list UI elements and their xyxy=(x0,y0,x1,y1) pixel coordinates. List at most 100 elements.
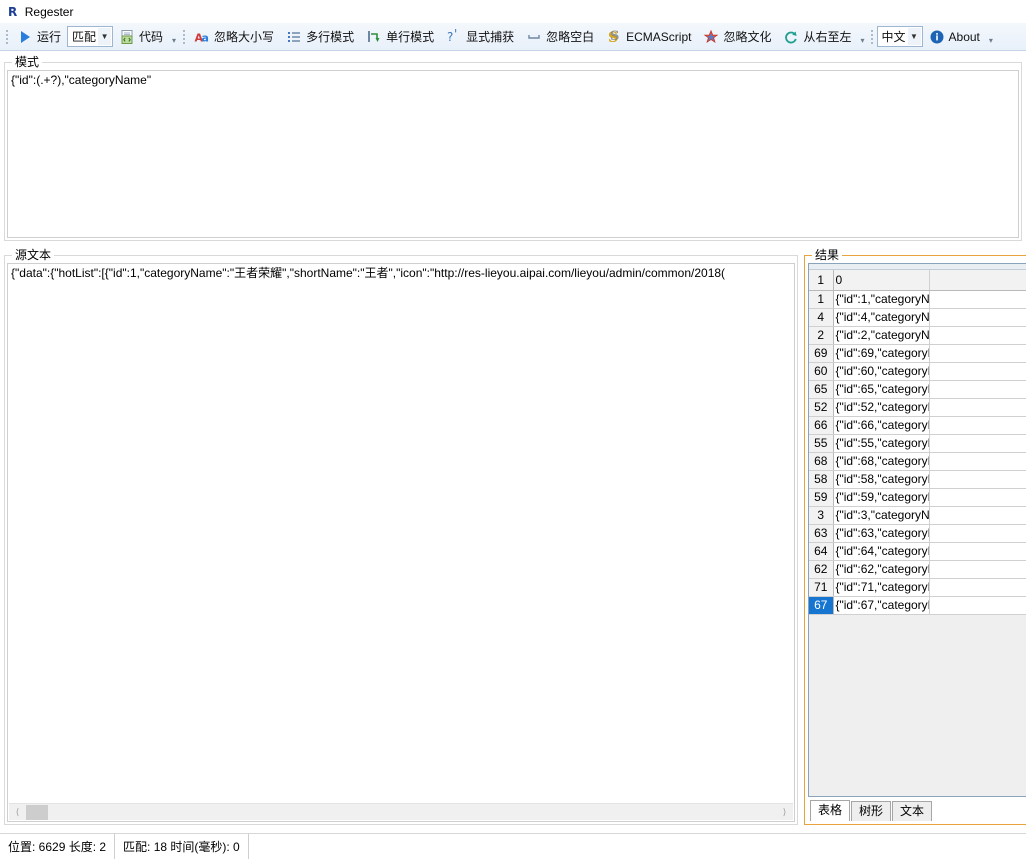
table-row[interactable]: 66{"id":66,"categoryName" xyxy=(809,416,1026,435)
table-row-index[interactable]: 68 xyxy=(809,452,834,471)
table-row-index[interactable]: 52 xyxy=(809,398,834,417)
table-cell-value[interactable]: {"id":71,"categoryName" xyxy=(833,578,931,597)
results-col-1[interactable] xyxy=(929,270,1026,291)
table-row-index[interactable]: 58 xyxy=(809,470,834,489)
ignore-case-toggle[interactable]: A a 忽略大小写 xyxy=(188,25,280,49)
table-row[interactable]: 69{"id":69,"categoryName" xyxy=(809,344,1026,363)
table-row[interactable]: 52{"id":52,"categoryName" xyxy=(809,398,1026,417)
table-cell-value[interactable]: {"id":58,"categoryName" xyxy=(833,470,931,489)
table-row[interactable]: 55{"id":55,"categoryName" xyxy=(809,434,1026,453)
ignore-whitespace-toggle[interactable]: 忽略空白 xyxy=(520,25,600,49)
table-cell-empty[interactable] xyxy=(929,308,1026,327)
language-select[interactable]: 中文 ▼ xyxy=(876,26,923,47)
table-cell-value[interactable]: {"id":55,"categoryName" xyxy=(833,434,931,453)
table-cell-value[interactable]: {"id":1,"categoryName" xyxy=(833,290,931,309)
table-cell-value[interactable]: {"id":2,"categoryName" xyxy=(833,326,931,345)
table-cell-empty[interactable] xyxy=(929,452,1026,471)
table-row-index[interactable]: 69 xyxy=(809,344,834,363)
table-cell-empty[interactable] xyxy=(929,326,1026,345)
table-cell-value[interactable]: {"id":62,"categoryName" xyxy=(833,560,931,579)
tab-tree[interactable]: 树形 xyxy=(851,801,892,821)
table-row-index[interactable]: 1 xyxy=(809,290,834,309)
toolbar-grip-3[interactable] xyxy=(869,28,876,46)
results-col-index[interactable]: 1 xyxy=(809,270,834,291)
singleline-toggle[interactable]: 单行模式 xyxy=(360,25,440,49)
ignore-culture-toggle[interactable]: 忽略文化 xyxy=(697,25,777,49)
table-row[interactable]: 64{"id":64,"categoryName" xyxy=(809,542,1026,561)
multiline-toggle[interactable]: 多行模式 xyxy=(280,25,360,49)
table-cell-empty[interactable] xyxy=(929,596,1026,615)
match-mode-select[interactable]: 匹配 ▼ xyxy=(67,26,114,47)
table-cell-empty[interactable] xyxy=(929,542,1026,561)
source-text-input[interactable]: {"data":{"hotList":[{"id":1,"categoryNam… xyxy=(7,263,795,822)
code-button[interactable]: 代码 xyxy=(113,25,169,49)
table-row[interactable]: 68{"id":68,"categoryName" xyxy=(809,452,1026,471)
run-button[interactable]: 运行 xyxy=(11,25,67,49)
ecmascript-toggle[interactable]: S S ECMAScript xyxy=(600,25,697,49)
table-cell-value[interactable]: {"id":59,"categoryName" xyxy=(833,488,931,507)
table-row-index[interactable]: 65 xyxy=(809,380,834,399)
toolbar-overflow-2[interactable]: ▾ xyxy=(858,27,868,47)
tab-text[interactable]: 文本 xyxy=(892,801,933,821)
table-row[interactable]: 59{"id":59,"categoryName" xyxy=(809,488,1026,507)
table-cell-value[interactable]: {"id":68,"categoryName" xyxy=(833,452,931,471)
toolbar-grip[interactable] xyxy=(3,28,10,46)
table-cell-empty[interactable] xyxy=(929,362,1026,381)
table-cell-empty[interactable] xyxy=(929,380,1026,399)
table-row-index[interactable]: 4 xyxy=(809,308,834,327)
table-cell-empty[interactable] xyxy=(929,524,1026,543)
table-row[interactable]: 65{"id":65,"categoryName" xyxy=(809,380,1026,399)
table-row[interactable]: 60{"id":60,"categoryName" xyxy=(809,362,1026,381)
table-cell-value[interactable]: {"id":69,"categoryName" xyxy=(833,344,931,363)
table-row[interactable]: 63{"id":63,"categoryName" xyxy=(809,524,1026,543)
table-row-index[interactable]: 63 xyxy=(809,524,834,543)
table-cell-value[interactable]: {"id":52,"categoryName" xyxy=(833,398,931,417)
table-cell-empty[interactable] xyxy=(929,398,1026,417)
tab-table[interactable]: 表格 xyxy=(810,800,851,821)
table-row-index[interactable]: 60 xyxy=(809,362,834,381)
table-row[interactable]: 67{"id":67,"categoryName" xyxy=(809,596,1026,615)
toolbar-overflow-3[interactable]: ▾ xyxy=(986,27,996,47)
table-cell-value[interactable]: {"id":60,"categoryName" xyxy=(833,362,931,381)
scroll-track[interactable] xyxy=(26,804,776,820)
table-row[interactable]: 4{"id":4,"categoryName" xyxy=(809,308,1026,327)
table-row-index[interactable]: 55 xyxy=(809,434,834,453)
table-row[interactable]: 62{"id":62,"categoryName" xyxy=(809,560,1026,579)
table-row[interactable]: 71{"id":71,"categoryName" xyxy=(809,578,1026,597)
table-row[interactable]: 3{"id":3,"categoryName" xyxy=(809,506,1026,525)
table-cell-empty[interactable] xyxy=(929,488,1026,507)
table-cell-value[interactable]: {"id":3,"categoryName" xyxy=(833,506,931,525)
results-col-0[interactable]: 0 xyxy=(833,270,931,291)
scroll-right-icon[interactable]: ⟩ xyxy=(776,805,793,820)
right-to-left-toggle[interactable]: 从右至左 xyxy=(777,25,857,49)
table-row-index[interactable]: 67 xyxy=(809,596,834,615)
chevron-down-icon-language[interactable]: ▼ xyxy=(907,28,921,45)
table-row-index[interactable]: 64 xyxy=(809,542,834,561)
toolbar-grip-2[interactable] xyxy=(180,28,187,46)
table-cell-value[interactable]: {"id":67,"categoryName" xyxy=(833,596,931,615)
scroll-thumb[interactable] xyxy=(26,804,48,820)
table-cell-empty[interactable] xyxy=(929,434,1026,453)
table-cell-value[interactable]: {"id":4,"categoryName" xyxy=(833,308,931,327)
table-cell-empty[interactable] xyxy=(929,470,1026,489)
table-cell-empty[interactable] xyxy=(929,290,1026,309)
scroll-left-icon[interactable]: ⟨ xyxy=(9,805,26,820)
table-cell-empty[interactable] xyxy=(929,578,1026,597)
table-row[interactable]: 1{"id":1,"categoryName" xyxy=(809,290,1026,309)
results-grid[interactable]: 1 0 1{"id":1,"categoryName"4{"id":4,"cat… xyxy=(808,263,1026,797)
table-cell-value[interactable]: {"id":66,"categoryName" xyxy=(833,416,931,435)
table-cell-value[interactable]: {"id":63,"categoryName" xyxy=(833,524,931,543)
table-row-index[interactable]: 59 xyxy=(809,488,834,507)
table-row-index[interactable]: 71 xyxy=(809,578,834,597)
source-horizontal-scrollbar[interactable]: ⟨ ⟩ xyxy=(9,803,793,820)
table-row-index[interactable]: 66 xyxy=(809,416,834,435)
table-cell-value[interactable]: {"id":65,"categoryName" xyxy=(833,380,931,399)
table-row-index[interactable]: 3 xyxy=(809,506,834,525)
table-cell-empty[interactable] xyxy=(929,560,1026,579)
pattern-input[interactable]: {"id":(.+?),"categoryName" xyxy=(7,70,1019,238)
chevron-down-icon[interactable]: ▼ xyxy=(98,28,112,45)
table-cell-empty[interactable] xyxy=(929,416,1026,435)
table-row[interactable]: 2{"id":2,"categoryName" xyxy=(809,326,1026,345)
table-cell-empty[interactable] xyxy=(929,344,1026,363)
table-cell-value[interactable]: {"id":64,"categoryName" xyxy=(833,542,931,561)
